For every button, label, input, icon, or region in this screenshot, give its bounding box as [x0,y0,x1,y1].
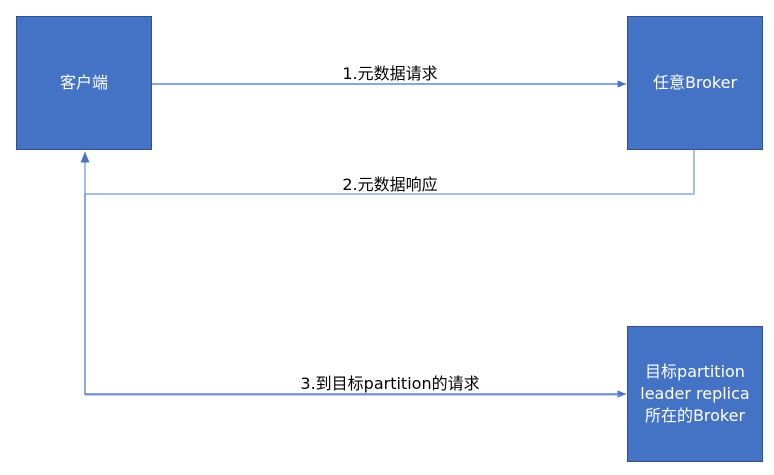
client-label: 客户端 [59,73,108,92]
client-node: 客户端 [16,16,152,150]
leader-broker-node: 目标partition leader replica 所在的Broker [627,326,763,462]
any-broker-node: 任意Broker [627,16,763,150]
partition-request-label: 3.到目标partition的请求 [300,374,480,393]
leader-broker-line1: 目标partition [645,362,745,381]
metadata-request-label: 1.元数据请求 [342,64,438,83]
metadata-response-label: 2.元数据响应 [342,175,438,194]
any-broker-label: 任意Broker [652,73,738,92]
leader-broker-line3: 所在的Broker [644,406,746,425]
leader-broker-line2: leader replica [640,384,750,403]
arrow-partition-request [84,194,626,398]
